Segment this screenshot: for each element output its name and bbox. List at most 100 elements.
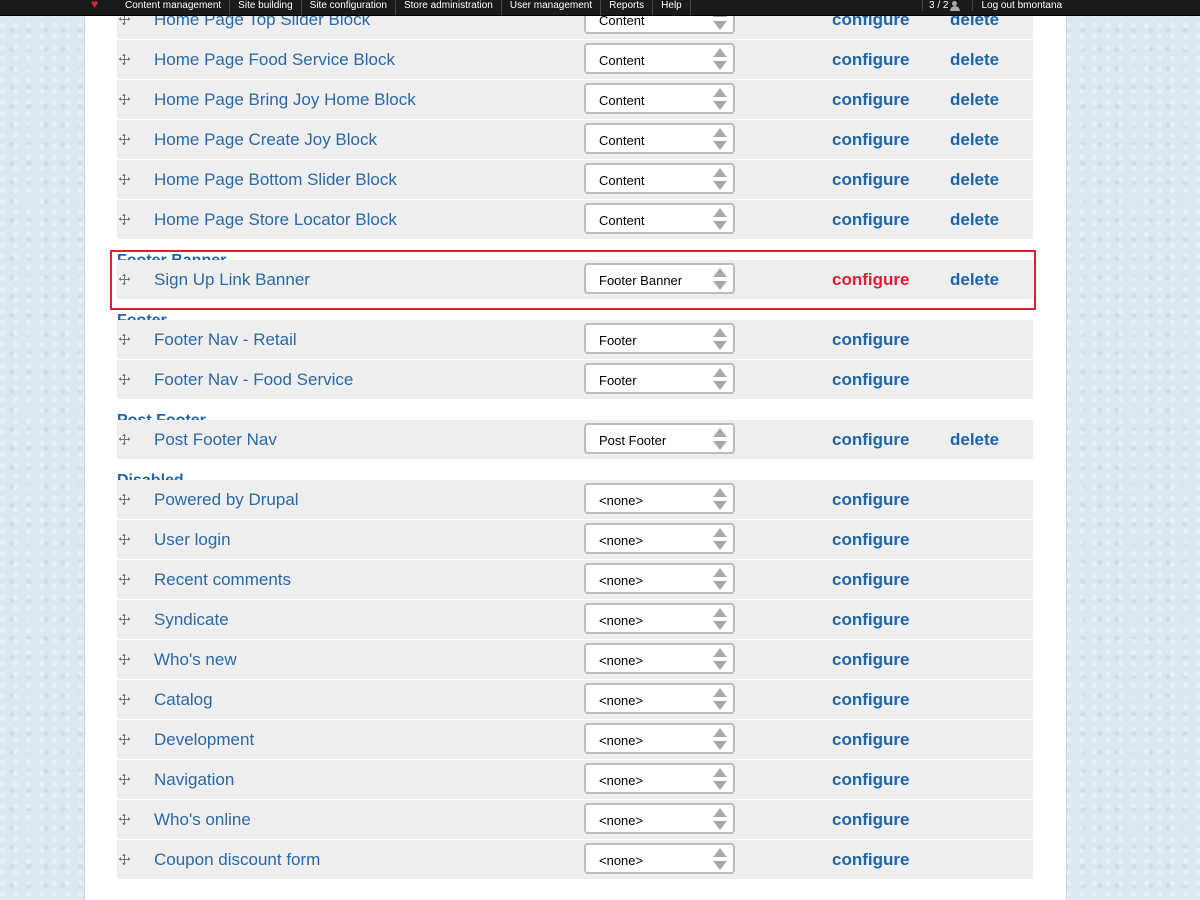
block-name-link[interactable]: Syndicate [154, 610, 229, 630]
configure-link[interactable]: configure [832, 370, 909, 390]
menu-user-management[interactable]: User management [502, 0, 602, 15]
configure-link[interactable]: configure [832, 50, 909, 70]
select-arrows-icon [713, 88, 727, 110]
block-name-link[interactable]: User login [154, 530, 231, 550]
drag-handle-icon[interactable] [119, 434, 130, 445]
drupal-logo-icon[interactable]: ♥ [91, 0, 109, 11]
delete-link[interactable]: delete [950, 210, 999, 230]
region-select[interactable]: Content [584, 43, 735, 74]
configure-link[interactable]: configure [832, 330, 909, 350]
drag-handle-icon[interactable] [119, 534, 130, 545]
drag-handle-icon[interactable] [119, 214, 130, 225]
configure-link[interactable]: configure [832, 210, 909, 230]
menu-store-administration[interactable]: Store administration [396, 0, 502, 15]
configure-link[interactable]: configure [832, 90, 909, 110]
menu-reports[interactable]: Reports [601, 0, 654, 15]
configure-link[interactable]: configure [832, 770, 909, 790]
region-select[interactable]: Content [584, 163, 735, 194]
menu-content-management[interactable]: Content management [117, 0, 231, 15]
region-select[interactable]: Footer Banner [584, 263, 735, 294]
logout-link[interactable]: Log out bmontana [972, 0, 1070, 11]
configure-link[interactable]: configure [832, 850, 909, 870]
block-name-link[interactable]: Powered by Drupal [154, 490, 299, 510]
block-name-link[interactable]: Catalog [154, 690, 213, 710]
region-select[interactable]: <none> [584, 523, 735, 554]
delete-link[interactable]: delete [950, 50, 999, 70]
block-name-link[interactable]: Post Footer Nav [154, 430, 277, 450]
delete-link[interactable]: delete [950, 170, 999, 190]
select-arrows-icon [713, 568, 727, 590]
drag-handle-icon[interactable] [119, 614, 130, 625]
configure-link[interactable]: configure [832, 430, 909, 450]
region-select-value: <none> [599, 493, 644, 508]
block-name-link[interactable]: Footer Nav - Food Service [154, 370, 353, 390]
block-name-link[interactable]: Who's online [154, 810, 251, 830]
region-select[interactable]: Footer [584, 323, 735, 354]
region-select[interactable]: <none> [584, 603, 735, 634]
configure-link[interactable]: configure [832, 810, 909, 830]
delete-link[interactable]: delete [950, 90, 999, 110]
region-select[interactable]: <none> [584, 683, 735, 714]
menu-site-configuration[interactable]: Site configuration [302, 0, 396, 15]
drag-handle-icon[interactable] [119, 174, 130, 185]
drag-handle-icon[interactable] [119, 574, 130, 585]
region-select[interactable]: <none> [584, 763, 735, 794]
drag-handle-icon[interactable] [119, 274, 130, 285]
block-name-link[interactable]: Footer Nav - Retail [154, 330, 297, 350]
menu-site-building[interactable]: Site building [230, 0, 302, 15]
block-name-link[interactable]: Home Page Bottom Slider Block [154, 170, 397, 190]
configure-link[interactable]: configure [832, 570, 909, 590]
drag-handle-icon[interactable] [119, 854, 130, 865]
block-name-link[interactable]: Development [154, 730, 254, 750]
block-name-link[interactable]: Coupon discount form [154, 850, 320, 870]
region-select[interactable]: Content [584, 83, 735, 114]
block-name-link[interactable]: Home Page Store Locator Block [154, 210, 397, 230]
configure-link[interactable]: configure [832, 170, 909, 190]
region-select[interactable]: Content [584, 123, 735, 154]
configure-link[interactable]: configure [832, 130, 909, 150]
block-name-link[interactable]: Recent comments [154, 570, 291, 590]
configure-link[interactable]: configure [832, 530, 909, 550]
drag-handle-icon[interactable] [119, 374, 130, 385]
block-name-link[interactable]: Sign Up Link Banner [154, 270, 310, 290]
block-name-link[interactable]: Home Page Bring Joy Home Block [154, 90, 416, 110]
block-name-link[interactable]: Home Page Food Service Block [154, 50, 395, 70]
block-name-link[interactable]: Home Page Create Joy Block [154, 130, 377, 150]
delete-link[interactable]: delete [950, 270, 999, 290]
region-select[interactable]: Footer [584, 363, 735, 394]
drag-handle-icon[interactable] [119, 774, 130, 785]
block-name-link[interactable]: Navigation [154, 770, 234, 790]
region-select[interactable]: <none> [584, 563, 735, 594]
region-select-value: <none> [599, 693, 644, 708]
online-users-counter[interactable]: 3 / 2 [922, 0, 966, 11]
region-select-value: Footer [599, 333, 637, 348]
region-select[interactable]: Content [584, 203, 735, 234]
drag-handle-icon[interactable] [119, 494, 130, 505]
configure-link[interactable]: configure [832, 730, 909, 750]
drag-handle-icon[interactable] [119, 814, 130, 825]
region-select-value: <none> [599, 813, 644, 828]
configure-link[interactable]: configure [832, 690, 909, 710]
configure-link[interactable]: configure [832, 490, 909, 510]
region-select[interactable]: <none> [584, 803, 735, 834]
block-row: User login <none> configure [117, 520, 1033, 560]
configure-link[interactable]: configure [832, 270, 909, 290]
region-select[interactable]: Post Footer [584, 423, 735, 454]
block-name-link[interactable]: Who's new [154, 650, 237, 670]
configure-link[interactable]: configure [832, 610, 909, 630]
region-select[interactable]: <none> [584, 643, 735, 674]
delete-link[interactable]: delete [950, 430, 999, 450]
region-select[interactable]: <none> [584, 483, 735, 514]
drag-handle-icon[interactable] [119, 134, 130, 145]
menu-help[interactable]: Help [653, 0, 691, 15]
drag-handle-icon[interactable] [119, 334, 130, 345]
drag-handle-icon[interactable] [119, 94, 130, 105]
drag-handle-icon[interactable] [119, 734, 130, 745]
region-select[interactable]: <none> [584, 723, 735, 754]
configure-link[interactable]: configure [832, 650, 909, 670]
delete-link[interactable]: delete [950, 130, 999, 150]
drag-handle-icon[interactable] [119, 54, 130, 65]
region-select[interactable]: <none> [584, 843, 735, 874]
drag-handle-icon[interactable] [119, 694, 130, 705]
drag-handle-icon[interactable] [119, 654, 130, 665]
